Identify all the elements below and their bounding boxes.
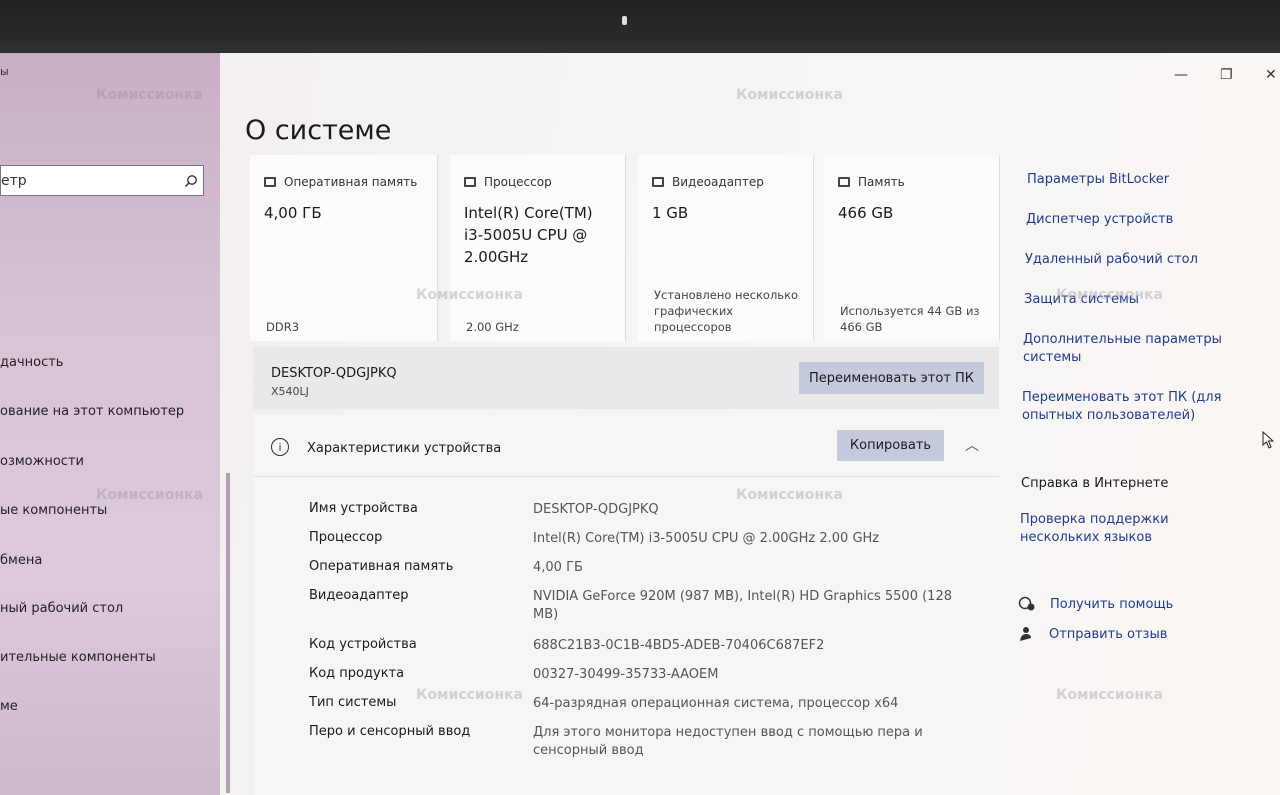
maximize-icon[interactable]: ❐ — [1220, 67, 1233, 83]
info-icon: i — [271, 438, 289, 456]
sidebar: ы етр дачность ование на этот компьютер … — [0, 53, 230, 795]
webcam-light — [622, 16, 627, 25]
laptop-bezel — [0, 0, 1280, 56]
device-model: X540LJ — [271, 385, 309, 398]
watermark: Комиссионка — [416, 287, 523, 303]
device-specs-panel: i Характеристики устройства Копировать ︿… — [253, 415, 999, 795]
sidebar-item-about[interactable]: ме — [0, 699, 18, 714]
spec-value: DESKTOP-QDGJPKQ — [533, 502, 659, 517]
mouse-cursor-icon — [1262, 430, 1275, 449]
card-label: Оперативная память — [284, 175, 418, 189]
card-sub: Используется 44 GB из 466 GB — [840, 304, 980, 334]
card-sub: 2.00 GHz — [466, 320, 519, 334]
spec-key: Перо и сенсорный ввод — [309, 724, 471, 739]
page-title: О системе — [245, 115, 392, 146]
link-language-support[interactable]: Проверка поддержки нескольких языков — [1020, 511, 1250, 547]
device-name: DESKTOP-QDGJPKQ — [271, 366, 397, 381]
link-device-manager[interactable]: Диспетчер устройств — [1026, 211, 1226, 229]
sidebar-item-components[interactable]: ые компоненты — [0, 503, 107, 518]
sidebar-item-dist[interactable]: дачность — [0, 355, 63, 370]
help-icon — [1018, 596, 1036, 616]
card-ram: Оперативная память 4,00 ГБ DDR3 — [250, 155, 438, 341]
cpu-icon — [464, 177, 476, 187]
card-value: 4,00 ГБ — [264, 204, 322, 222]
feedback-icon — [1018, 626, 1034, 646]
card-label: Видеоадаптер — [672, 175, 764, 189]
settings-window: ы етр дачность ование на этот компьютер … — [0, 53, 1280, 795]
specs-header-label: Характеристики устройства — [307, 441, 502, 456]
close-icon[interactable]: ✕ — [1265, 67, 1277, 83]
minimize-icon[interactable]: — — [1174, 67, 1188, 83]
get-help-link[interactable]: Получить помощь — [1050, 596, 1173, 614]
spec-value: 00327-30499-35733-AAOEM — [533, 667, 719, 682]
sidebar-item-remote-desktop[interactable]: ный рабочий стол — [0, 601, 123, 616]
watermark: Комиссионка — [96, 487, 203, 503]
sidebar-item-projection[interactable]: ование на этот компьютер — [0, 404, 184, 419]
spec-value: 688C21B3-0C1B-4BD5-ADEB-70406C687EF2 — [533, 638, 825, 653]
spec-value: 4,00 ГБ — [533, 560, 583, 575]
card-gpu: Видеоадаптер 1 GB Установлено несколько … — [638, 155, 814, 341]
card-label: Процессор — [484, 175, 552, 189]
spec-value: 64-разрядная операционная система, проце… — [533, 696, 899, 711]
watermark: Комиссионка — [96, 87, 203, 103]
watermark: Комиссионка — [1056, 287, 1163, 303]
card-sub: DDR3 — [266, 320, 300, 334]
card-value: Intel(R) Core(TM) i3-5005U CPU @ 2.00GHz — [464, 204, 593, 266]
spec-value: Для этого монитора недоступен ввод с пом… — [533, 725, 923, 758]
ram-icon — [264, 177, 276, 187]
card-sub: Установлено несколько графических процес… — [654, 288, 799, 334]
copy-button[interactable]: Копировать — [837, 430, 944, 461]
watermark: Комиссионка — [736, 487, 843, 503]
link-bitlocker[interactable]: Параметры BitLocker — [1027, 171, 1227, 189]
rename-pc-button[interactable]: Переименовать этот ПК — [799, 362, 984, 394]
sidebar-edge — [226, 473, 230, 793]
link-advanced-settings[interactable]: Дополнительные параметры системы — [1023, 331, 1223, 367]
window-title: ы — [0, 65, 9, 78]
spec-key: Код устройства — [309, 637, 417, 652]
card-cpu: Процессор Intel(R) Core(TM) i3-5005U CPU… — [450, 155, 626, 341]
specs-header[interactable]: i Характеристики устройства Копировать ︿ — [253, 415, 999, 477]
sidebar-item-clipboard[interactable]: бмена — [0, 553, 42, 568]
spec-key: Имя устройства — [309, 501, 418, 516]
card-storage: Память 466 GB Используется 44 GB из 466 … — [824, 155, 1000, 341]
card-label: Память — [858, 175, 905, 189]
watermark: Комиссионка — [736, 87, 843, 103]
link-rename-advanced[interactable]: Переименовать этот ПК (для опытных польз… — [1022, 389, 1222, 425]
spec-key: Оперативная память — [309, 559, 454, 574]
search-input[interactable]: етр — [0, 165, 204, 196]
help-header: Справка в Интернете — [1021, 476, 1169, 491]
link-remote-desktop[interactable]: Удаленный рабочий стол — [1025, 251, 1225, 269]
sidebar-item-shared[interactable]: озможности — [0, 454, 84, 469]
spec-value: Intel(R) Core(TM) i3-5005U CPU @ 2.00GHz… — [533, 531, 880, 546]
spec-key: Код продукта — [309, 666, 405, 681]
search-icon[interactable] — [179, 169, 203, 193]
search-value: етр — [1, 172, 27, 189]
chevron-up-icon[interactable]: ︿ — [965, 435, 979, 455]
feedback-link[interactable]: Отправить отзыв — [1049, 626, 1167, 644]
card-value: 466 GB — [838, 204, 894, 222]
watermark: Комиссионка — [416, 687, 523, 703]
gpu-icon — [652, 177, 664, 187]
watermark: Комиссионка — [1056, 687, 1163, 703]
spec-key: Видеоадаптер — [309, 588, 409, 603]
spec-key: Процессор — [309, 530, 383, 545]
card-value: 1 GB — [652, 204, 689, 222]
spec-value: NVIDIA GeForce 920M (987 MB), Intel(R) H… — [533, 589, 952, 622]
storage-icon — [838, 177, 850, 187]
sidebar-item-optional[interactable]: ительные компоненты — [0, 650, 156, 665]
device-name-bar: DESKTOP-QDGJPKQ X540LJ Переименовать это… — [253, 347, 999, 409]
